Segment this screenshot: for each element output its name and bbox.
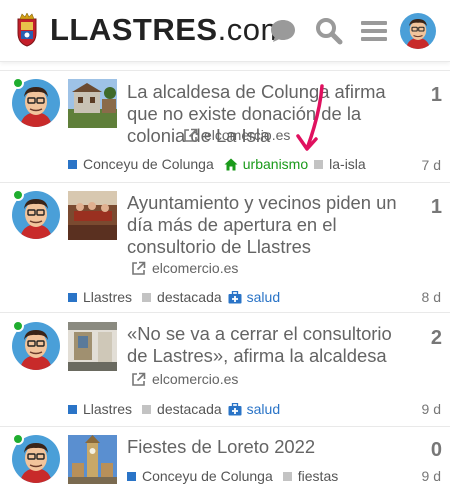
- tag-label: urbanismo: [242, 156, 309, 172]
- external-link-icon: [184, 128, 198, 142]
- category-badge[interactable]: Conceyu de Colunga: [127, 468, 273, 484]
- crest-icon: [17, 13, 37, 47]
- category-badge[interactable]: Llastres: [68, 289, 132, 305]
- tag-destacada[interactable]: destacada: [142, 289, 222, 305]
- site-header: LLASTRES.com: [0, 0, 450, 62]
- topic-thumbnail[interactable]: [68, 79, 117, 128]
- topic-row[interactable]: La alcaldesa de Colunga afirma que no ex…: [0, 70, 450, 182]
- topic-thumbnail[interactable]: [68, 435, 117, 484]
- hamburger-menu-icon[interactable]: [359, 16, 389, 46]
- category-label: Llastres: [83, 289, 133, 305]
- tag-color-square: [314, 159, 324, 169]
- category-color-square: [68, 292, 77, 302]
- medical-kit-icon: [228, 402, 242, 416]
- logo-wordmark: LLASTRES: [50, 12, 218, 47]
- online-indicator: [12, 189, 24, 201]
- tag-urbanismo[interactable]: urbanismo: [224, 156, 308, 172]
- home-icon: [224, 158, 238, 171]
- tag-label: destacada: [157, 401, 222, 417]
- site-logo[interactable]: LLASTRES.com: [14, 12, 287, 48]
- category-color-square: [127, 471, 136, 481]
- topic-thumbnail[interactable]: [68, 191, 117, 240]
- reply-count[interactable]: 0: [420, 439, 442, 462]
- topic-title[interactable]: «No se va a cerrar el consultorio de Las…: [127, 323, 417, 367]
- tag-color-square: [142, 292, 152, 302]
- link-domain: elcomercio.es: [204, 127, 291, 143]
- external-link[interactable]: elcomercio.es: [131, 371, 238, 387]
- topic-title[interactable]: Ayuntamiento y vecinos piden un día más …: [127, 192, 417, 258]
- tag-salud[interactable]: salud: [228, 401, 280, 417]
- tag-label: salud: [246, 289, 281, 305]
- tag-label: destacada: [157, 289, 222, 305]
- topic-age[interactable]: 9 d: [422, 468, 441, 484]
- tag-label: fiestas: [297, 468, 339, 484]
- category-label: Conceyu de Colunga: [142, 468, 273, 484]
- reply-count[interactable]: 1: [420, 84, 442, 107]
- topic-row[interactable]: Fiestes de Loreto 2022 0 9 d Conceyu de …: [0, 426, 450, 500]
- topic-title[interactable]: Fiestes de Loreto 2022: [127, 436, 417, 458]
- topic-tags: Conceyu de Colunga fiestas: [127, 468, 344, 484]
- tag-fiestas[interactable]: fiestas: [282, 468, 339, 484]
- reply-count[interactable]: 1: [420, 196, 442, 219]
- link-domain: elcomercio.es: [152, 260, 239, 276]
- user-avatar[interactable]: [400, 13, 436, 49]
- topic-tags: Llastres destacada salud: [68, 401, 286, 417]
- topic-tags: Conceyu de Colunga urbanismo la-isla: [68, 156, 372, 172]
- online-indicator: [12, 320, 24, 332]
- category-badge[interactable]: Llastres: [68, 401, 132, 417]
- external-link-icon: [132, 372, 146, 386]
- tag-color-square: [142, 404, 152, 414]
- external-link-icon: [132, 261, 146, 275]
- category-label: Conceyu de Colunga: [83, 156, 214, 172]
- tag-destacada[interactable]: destacada: [142, 401, 222, 417]
- tag-label: salud: [246, 401, 281, 417]
- annotation-arrow: [296, 84, 324, 151]
- topic-age[interactable]: 7 d: [422, 157, 441, 173]
- tag-label: la-isla: [329, 156, 366, 172]
- medical-kit-icon: [228, 290, 242, 304]
- category-color-square: [68, 404, 77, 414]
- topic-row[interactable]: «No se va a cerrar el consultorio de Las…: [0, 312, 450, 426]
- external-link[interactable]: elcomercio.es: [183, 127, 290, 143]
- tag-salud[interactable]: salud: [228, 289, 280, 305]
- external-link[interactable]: elcomercio.es: [131, 260, 238, 276]
- topic-age[interactable]: 9 d: [422, 401, 441, 417]
- topic-age[interactable]: 8 d: [422, 289, 441, 305]
- reply-count[interactable]: 2: [420, 327, 442, 350]
- online-indicator: [12, 433, 24, 445]
- category-badge[interactable]: Conceyu de Colunga: [68, 156, 214, 172]
- topic-thumbnail[interactable]: [68, 322, 117, 371]
- online-indicator: [12, 77, 24, 89]
- chat-icon[interactable]: [268, 16, 298, 46]
- tag-color-square: [282, 471, 292, 481]
- tag-la-isla[interactable]: la-isla: [314, 156, 366, 172]
- topic-tags: Llastres destacada salud: [68, 289, 286, 305]
- link-domain: elcomercio.es: [152, 371, 239, 387]
- topic-row[interactable]: Ayuntamiento y vecinos piden un día más …: [0, 182, 450, 312]
- category-label: Llastres: [83, 401, 133, 417]
- category-color-square: [68, 159, 77, 169]
- search-icon[interactable]: [314, 16, 344, 46]
